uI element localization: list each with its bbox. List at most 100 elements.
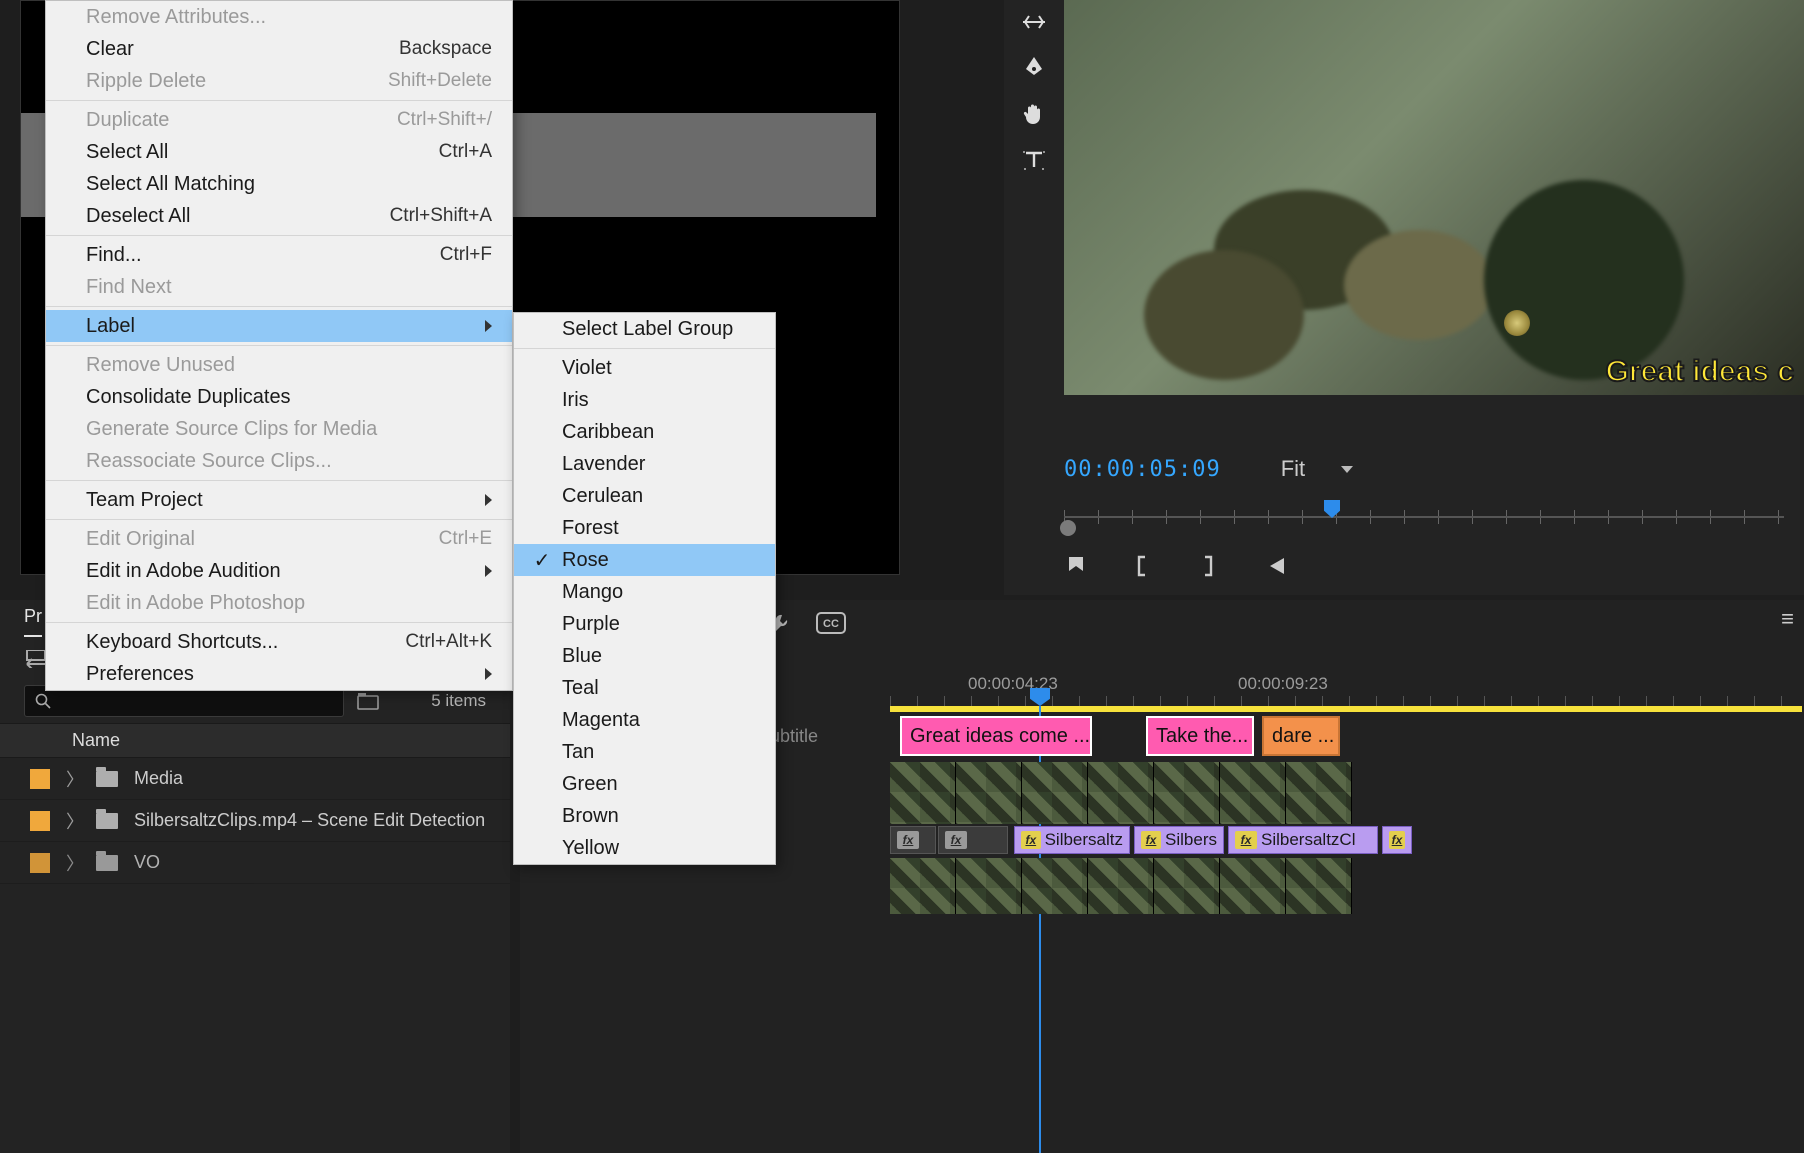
zoom-fit-dropdown[interactable]: Fit: [1281, 456, 1353, 482]
subtitle-clip[interactable]: Great ideas come ...: [900, 716, 1092, 756]
submenu-item[interactable]: Mango: [514, 576, 775, 608]
menu-separator: [46, 235, 512, 236]
menu-item-accel: Ctrl+Shift+/: [397, 109, 492, 131]
project-search-input[interactable]: [59, 693, 333, 710]
submenu-item[interactable]: Teal: [514, 672, 775, 704]
new-bin-icon[interactable]: [356, 689, 380, 713]
clip-thumb[interactable]: [1154, 762, 1220, 824]
search-icon: [35, 693, 51, 709]
panel-menu-icon[interactable]: ≡: [1781, 606, 1794, 632]
clip-thumb[interactable]: [1022, 858, 1088, 914]
menu-separator: [46, 622, 512, 623]
menu-item[interactable]: Deselect AllCtrl+Shift+A: [46, 200, 512, 232]
submenu-item[interactable]: Select Label Group: [514, 313, 775, 345]
menu-item-label: Edit in Adobe Audition: [86, 560, 281, 583]
video-content: [1144, 250, 1304, 380]
menu-item-label: Ripple Delete: [86, 70, 206, 93]
subtitle-clip[interactable]: Take the...: [1146, 716, 1254, 756]
menu-item[interactable]: Label: [46, 310, 512, 342]
video-clip[interactable]: fx: [1382, 826, 1412, 854]
menu-item-accel: Ctrl+F: [440, 244, 492, 266]
out-bracket-icon[interactable]: [1196, 554, 1220, 578]
clip-thumb[interactable]: [1220, 762, 1286, 824]
video-clip[interactable]: fx Silbers: [1134, 826, 1224, 854]
program-timecode[interactable]: 00:00:05:09: [1064, 457, 1221, 482]
menu-item[interactable]: Find...Ctrl+F: [46, 239, 512, 271]
submenu-item[interactable]: Lavender: [514, 448, 775, 480]
clip-thumb[interactable]: [1088, 762, 1154, 824]
menu-item[interactable]: ClearBackspace: [46, 33, 512, 65]
program-frame[interactable]: Great ideas c: [1064, 0, 1804, 395]
clip-thumb[interactable]: [1022, 762, 1088, 824]
pen-icon[interactable]: [1018, 52, 1050, 84]
disclosure-icon[interactable]: 〉: [66, 766, 80, 792]
tree-row[interactable]: 〉 SilbersaltzClips.mp4 – Scene Edit Dete…: [0, 800, 510, 842]
clip-thumb[interactable]: [1088, 858, 1154, 914]
program-scrub[interactable]: [1064, 500, 1784, 536]
submenu-item[interactable]: Forest: [514, 512, 775, 544]
crop-icon[interactable]: [1018, 6, 1050, 38]
menu-item[interactable]: Edit in Adobe Audition: [46, 555, 512, 587]
submenu-item[interactable]: Brown: [514, 800, 775, 832]
submenu-item[interactable]: Green: [514, 768, 775, 800]
fx-badge-icon: fx: [945, 831, 967, 849]
project-name-header[interactable]: Name: [0, 723, 510, 758]
menu-item-accel: Backspace: [399, 38, 492, 60]
video-clip[interactable]: fx Silbersaltz: [1014, 826, 1130, 854]
go-to-in-icon[interactable]: [1262, 554, 1286, 578]
clip-thumb[interactable]: [1286, 858, 1352, 914]
submenu-item[interactable]: Violet: [514, 352, 775, 384]
hand-icon[interactable]: [1018, 98, 1050, 130]
disclosure-icon[interactable]: 〉: [66, 808, 80, 834]
menu-separator: [46, 345, 512, 346]
menu-item[interactable]: Consolidate Duplicates: [46, 381, 512, 413]
submenu-item[interactable]: Blue: [514, 640, 775, 672]
menu-item[interactable]: Select All Matching: [46, 168, 512, 200]
menu-item-label: Deselect All: [86, 205, 191, 228]
submenu-item[interactable]: Purple: [514, 608, 775, 640]
work-area-bar[interactable]: [890, 706, 1802, 712]
video-clip[interactable]: fx: [938, 826, 1008, 854]
tree-row[interactable]: 〉 Media: [0, 758, 510, 800]
clip-thumb[interactable]: [1220, 858, 1286, 914]
video-content: [1484, 180, 1684, 380]
zoom-fit-label: Fit: [1281, 456, 1305, 482]
submenu-arrow-icon: [485, 320, 492, 332]
menu-item: Edit OriginalCtrl+E: [46, 523, 512, 555]
menu-item[interactable]: Preferences: [46, 658, 512, 690]
submenu-item[interactable]: ✓Rose: [514, 544, 775, 576]
fx-badge-icon: fx: [1389, 831, 1405, 849]
disclosure-icon[interactable]: 〉: [66, 850, 80, 876]
menu-separator: [46, 480, 512, 481]
submenu-item[interactable]: Yellow: [514, 832, 775, 864]
menu-item[interactable]: Select AllCtrl+A: [46, 136, 512, 168]
clip-thumb[interactable]: [1286, 762, 1352, 824]
marker-icon[interactable]: [1064, 554, 1088, 578]
tree-row[interactable]: 〉 VO: [0, 842, 510, 884]
cc-icon[interactable]: CC: [816, 612, 846, 639]
menu-item[interactable]: Keyboard Shortcuts...Ctrl+Alt+K: [46, 626, 512, 658]
video-clip[interactable]: fx SilbersaltzCl: [1228, 826, 1378, 854]
menu-item[interactable]: Team Project: [46, 484, 512, 516]
submenu-item[interactable]: Cerulean: [514, 480, 775, 512]
submenu-item[interactable]: Magenta: [514, 704, 775, 736]
clip-thumb[interactable]: [1154, 858, 1220, 914]
submenu-item[interactable]: Caribbean: [514, 416, 775, 448]
clip-thumb[interactable]: [956, 762, 1022, 824]
menu-item-label: Reassociate Source Clips...: [86, 450, 332, 473]
menu-item: Edit in Adobe Photoshop: [46, 587, 512, 619]
in-bracket-icon[interactable]: [1130, 554, 1154, 578]
project-tab[interactable]: Pr: [24, 606, 42, 637]
subtitle-track-label: ubtitle: [770, 726, 818, 747]
clip-thumb[interactable]: [890, 858, 956, 914]
submenu-item[interactable]: Iris: [514, 384, 775, 416]
submenu-item-label: Tan: [562, 741, 594, 764]
type-icon[interactable]: [1018, 144, 1050, 176]
submenu-item[interactable]: Tan: [514, 736, 775, 768]
clip-thumb[interactable]: [890, 762, 956, 824]
video-clip[interactable]: fx: [890, 826, 936, 854]
menu-item-label: Select All Matching: [86, 173, 255, 196]
subtitle-clip[interactable]: dare ...: [1262, 716, 1340, 756]
scrub-start[interactable]: [1060, 520, 1076, 536]
clip-thumb[interactable]: [956, 858, 1022, 914]
